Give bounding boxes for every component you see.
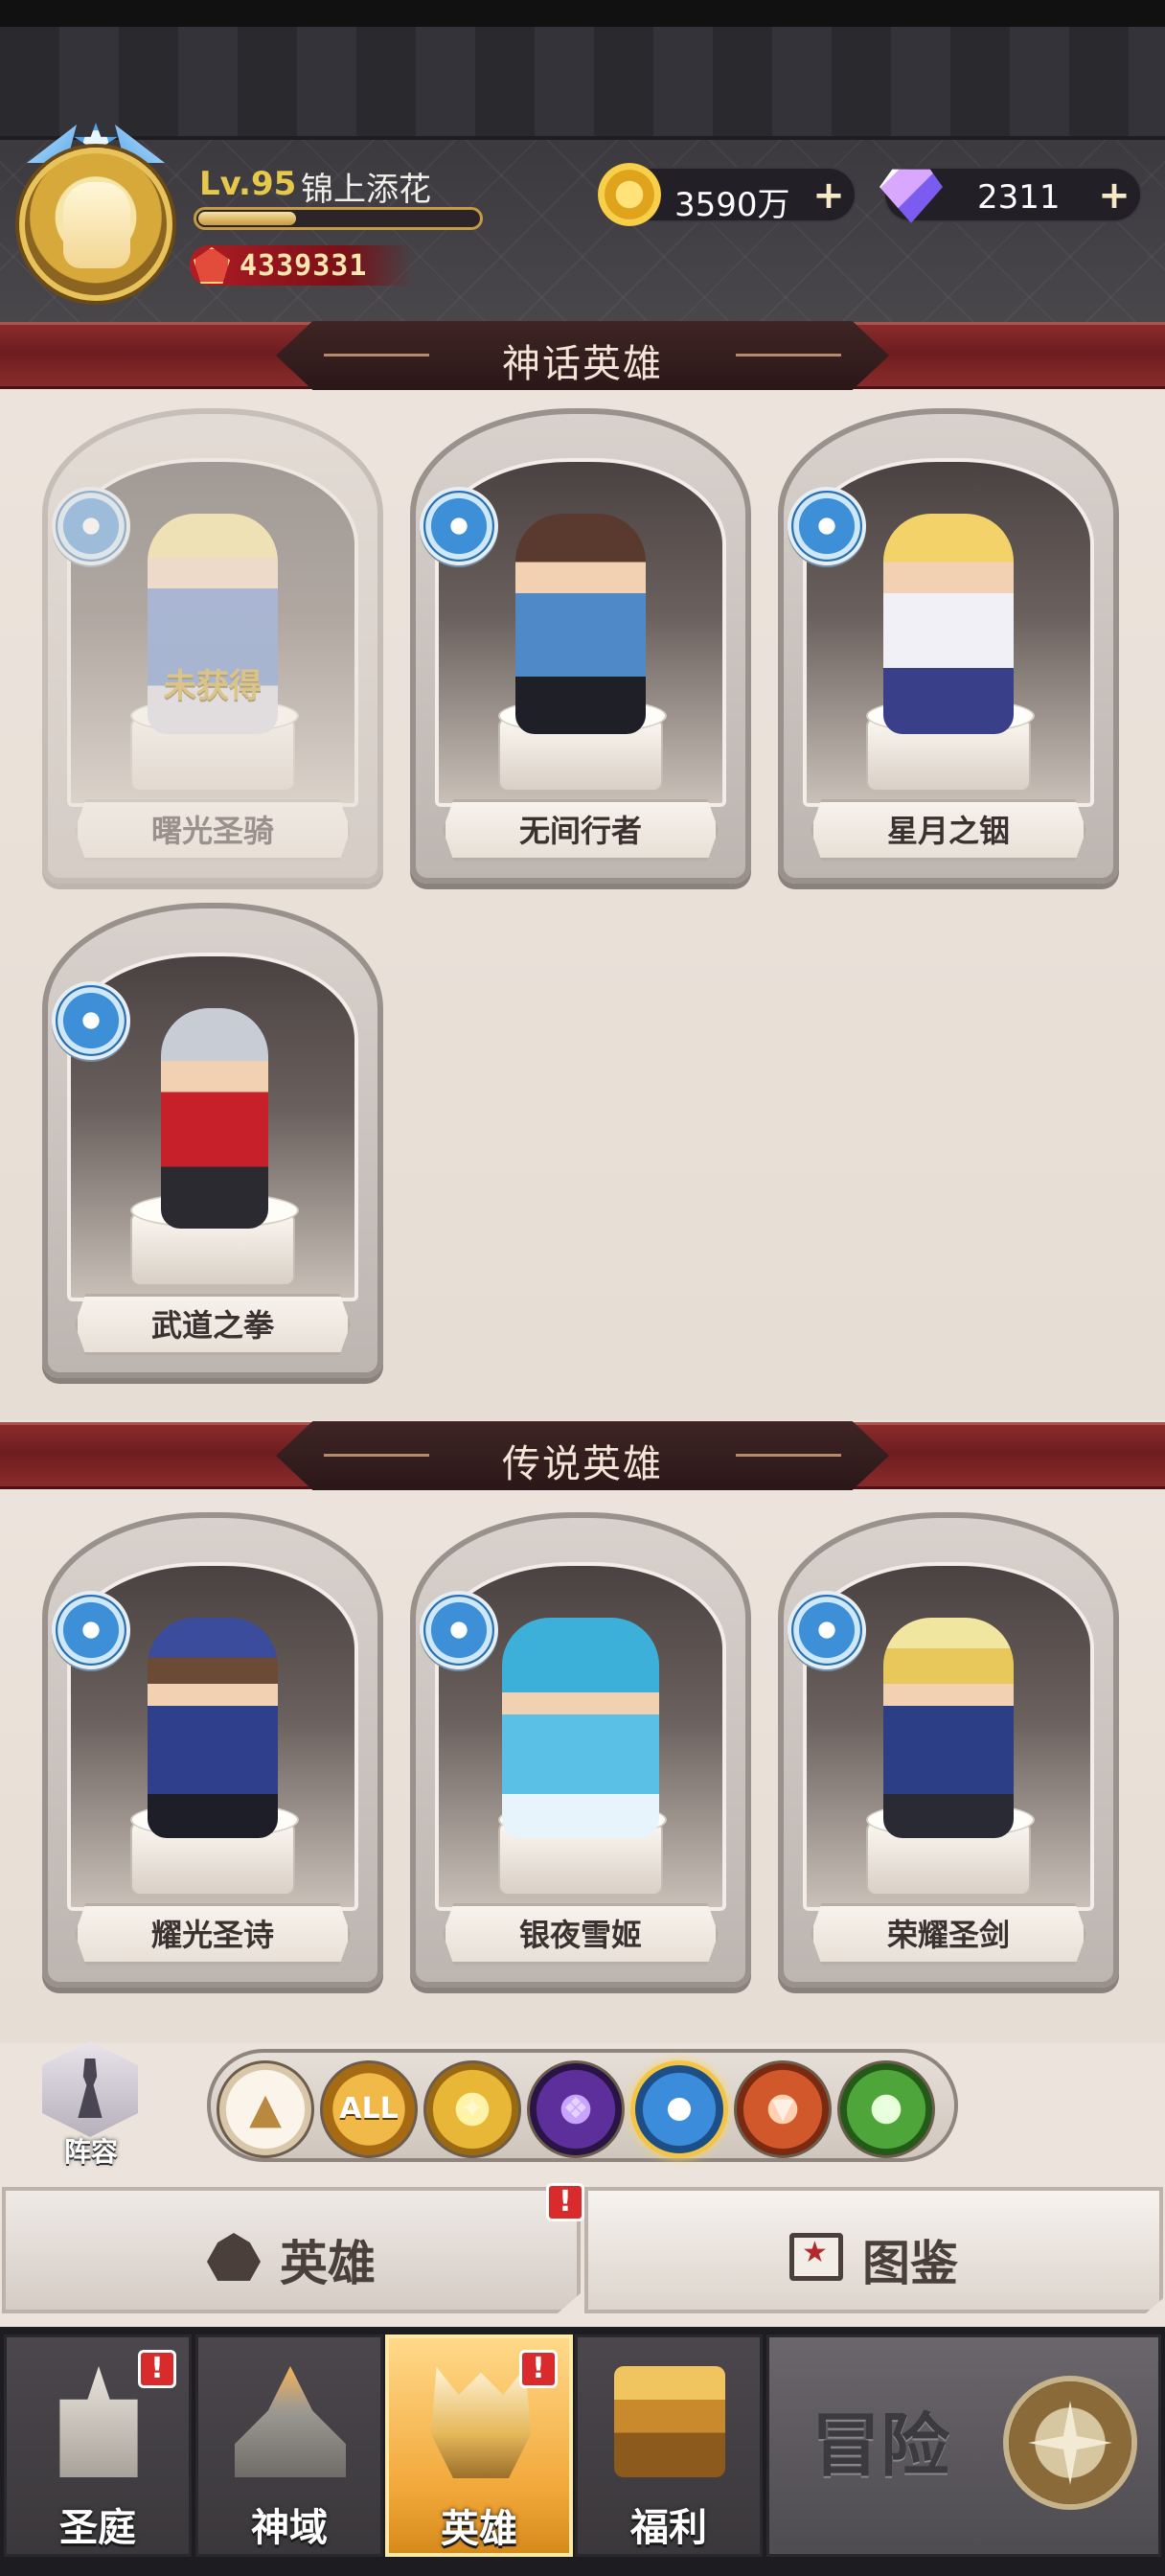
player-avatar[interactable] xyxy=(13,115,178,307)
tab-heroes[interactable]: 英雄 xyxy=(2,2187,581,2313)
nav-court-label: 圣庭 xyxy=(59,2506,136,2550)
diamond-counter: 2311 + xyxy=(879,167,1142,223)
holy-class-icon xyxy=(52,981,130,1060)
nav-adventure[interactable]: 冒险 xyxy=(766,2334,1161,2557)
hero-sprite xyxy=(148,1618,278,1838)
alert-badge: ! xyxy=(519,2350,558,2388)
helmet-icon xyxy=(207,2233,261,2281)
player-level: Lv.95 xyxy=(199,165,297,203)
up-arrow-icon[interactable]: ▲ xyxy=(217,2060,314,2158)
gold-coin-icon xyxy=(598,163,661,226)
nav-domain[interactable]: 神域 xyxy=(195,2334,383,2557)
holy-element-icon[interactable]: ✝ xyxy=(630,2060,728,2158)
power-gem-icon xyxy=(194,247,230,284)
light-element-icon[interactable]: ✦ xyxy=(423,2060,521,2158)
nav-adventure-label: 冒险 xyxy=(811,2405,950,2486)
hero-sprite xyxy=(883,1618,1014,1838)
add-gold-button[interactable]: + xyxy=(812,176,845,215)
hero-card-mythic-4[interactable]: 武道之拳 xyxy=(42,903,383,1378)
hero-name: 无间行者 xyxy=(518,813,642,849)
element-filter-bar: ▲ ALL ✦ ❖ ✝ ▼ ♣ xyxy=(207,2049,958,2162)
combat-power-value: 4339331 xyxy=(240,249,368,283)
combat-power: 4339331 xyxy=(190,245,412,286)
holy-class-icon xyxy=(788,487,866,565)
mythic-banner: 神话英雄 xyxy=(0,321,1165,390)
holy-class-icon xyxy=(788,1591,866,1669)
hero-card-mythic-3[interactable]: 星月之铟 xyxy=(778,408,1119,884)
tab-codex-label: 图鉴 xyxy=(862,2236,958,2291)
hero-name: 武道之拳 xyxy=(150,1307,274,1344)
hero-name: 星月之铟 xyxy=(886,813,1010,849)
nature-element-icon[interactable]: ♣ xyxy=(837,2060,935,2158)
nav-heroes-label: 英雄 xyxy=(441,2507,517,2551)
xp-bar-fill xyxy=(198,212,296,225)
hero-card-legendary-2[interactable]: 银夜雪姬 xyxy=(410,1512,751,1988)
beast-element-icon[interactable]: ▼ xyxy=(734,2060,832,2158)
legendary-banner: 传说英雄 xyxy=(0,1421,1165,1490)
hero-sprite xyxy=(515,514,646,734)
shrine-icon xyxy=(235,2366,346,2477)
diamond-amount: 2311 xyxy=(977,178,1061,217)
mythic-title: 神话英雄 xyxy=(502,342,663,386)
hero-name: 耀光圣诗 xyxy=(150,1917,274,1953)
hero-name: 荣耀圣剑 xyxy=(886,1917,1010,1953)
xp-bar xyxy=(194,207,483,230)
holy-class-icon xyxy=(52,1591,130,1669)
dark-element-icon[interactable]: ❖ xyxy=(527,2060,625,2158)
holy-class-icon xyxy=(420,487,498,565)
tab-heroes-label: 英雄 xyxy=(280,2236,376,2291)
hero-sprite xyxy=(883,514,1014,734)
gold-counter: 3590万 + xyxy=(598,163,857,226)
alert-badge: ! xyxy=(546,2183,584,2221)
add-diamond-button[interactable]: + xyxy=(1098,176,1131,215)
gold-amount: 3590万 xyxy=(674,186,790,224)
nav-welfare-label: 福利 xyxy=(630,2506,707,2550)
tab-codex[interactable]: 图鉴 xyxy=(584,2187,1163,2313)
hero-card-legendary-1[interactable]: 耀光圣诗 xyxy=(42,1512,383,1988)
bottom-navigation: 圣庭 ! 神域 英雄 ! 福利 冒险 xyxy=(0,2327,1165,2576)
hero-card-legendary-3[interactable]: 荣耀圣剑 xyxy=(778,1512,1119,1988)
not-obtained-label: 未获得 xyxy=(164,667,262,705)
treasure-chest-icon xyxy=(614,2366,725,2477)
hero-name: 曙光圣骑 xyxy=(150,813,274,849)
holy-class-icon xyxy=(420,1591,498,1669)
hero-view-tabs: 英雄 ! 图鉴 xyxy=(0,2183,1165,2323)
hero-card-mythic-1[interactable]: 未获得 曙光圣骑 xyxy=(42,408,383,884)
status-strip xyxy=(0,0,1165,27)
alert-badge: ! xyxy=(138,2350,176,2388)
nav-domain-label: 神域 xyxy=(251,2506,328,2550)
hero-card-mythic-2[interactable]: 无间行者 xyxy=(410,408,751,884)
hero-name: 银夜雪姬 xyxy=(518,1917,642,1953)
hero-sprite xyxy=(161,1008,268,1229)
codex-book-icon xyxy=(789,2233,843,2281)
filter-all[interactable]: ALL xyxy=(320,2060,418,2158)
compass-icon xyxy=(1003,2376,1137,2510)
nav-welfare[interactable]: 福利 xyxy=(575,2334,763,2557)
holy-class-icon xyxy=(52,487,130,565)
player-name: 锦上添花 xyxy=(301,171,431,209)
formation-button[interactable]: 阵容 xyxy=(36,2041,146,2168)
legendary-title: 传说英雄 xyxy=(502,1442,663,1486)
hero-sprite xyxy=(502,1618,659,1838)
formation-label: 阵容 xyxy=(63,2136,118,2168)
avatar-portrait xyxy=(63,182,130,268)
